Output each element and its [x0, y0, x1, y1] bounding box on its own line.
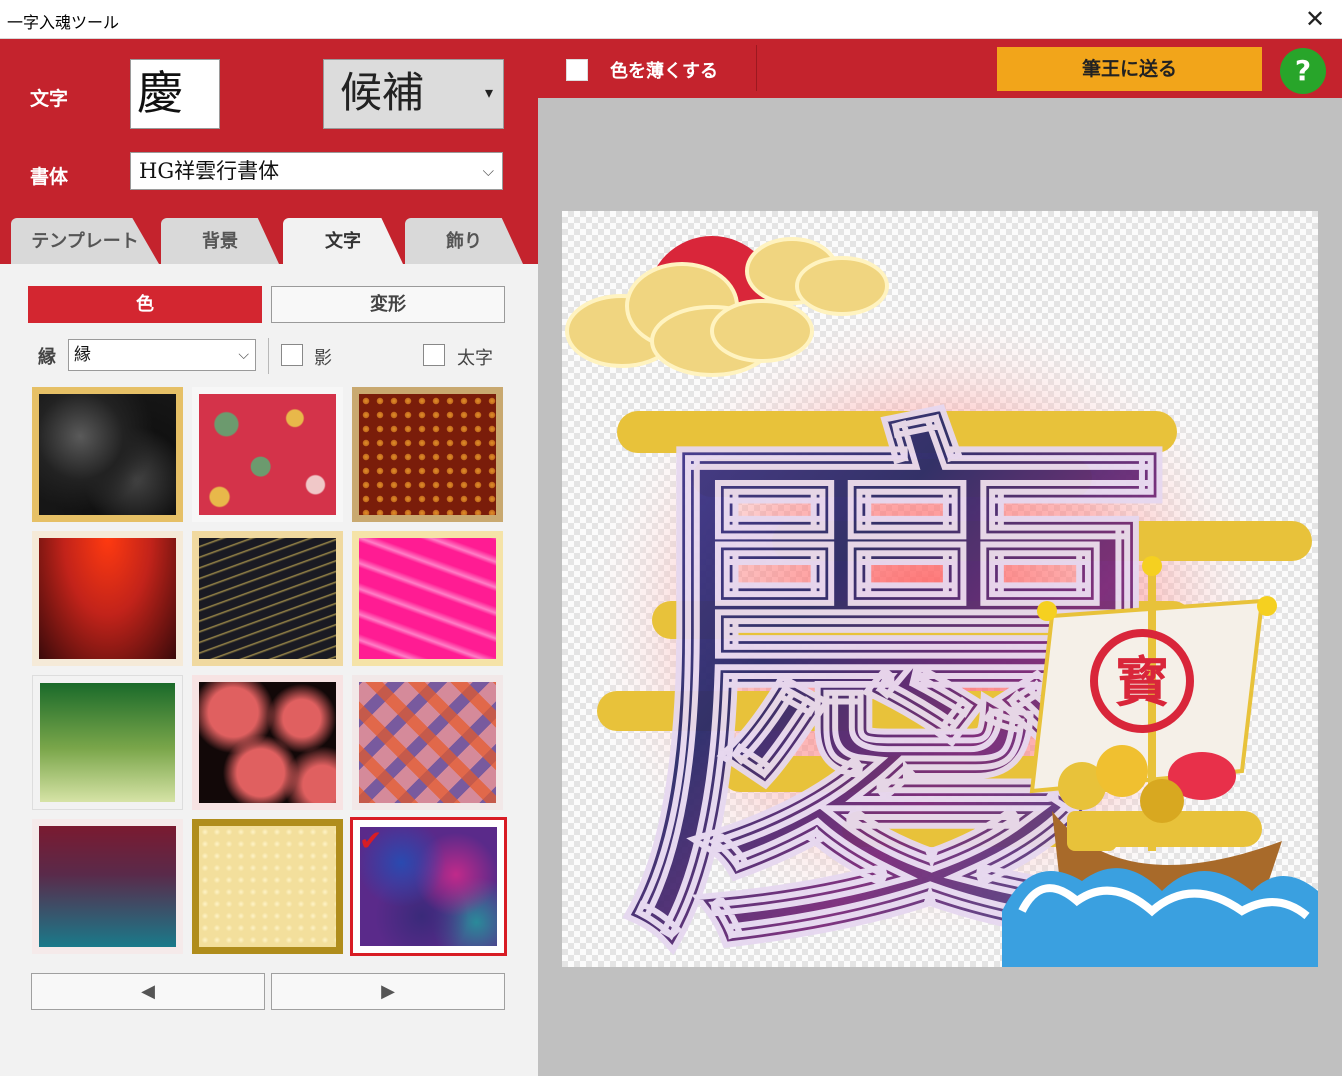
edge-select[interactable]: 縁 ⌵: [68, 339, 256, 371]
candidates-label: 候補: [340, 68, 425, 117]
shadow-label: 影: [314, 348, 332, 369]
chevron-down-icon: ⌵: [482, 162, 494, 180]
swatch-gold-paper[interactable]: [192, 819, 343, 954]
swatch-fill: [40, 683, 175, 802]
swatch-black-gold-waves[interactable]: [192, 531, 343, 666]
divider: [756, 45, 757, 91]
swatch-pink-black-blotch[interactable]: [192, 675, 343, 810]
fade-color-checkbox[interactable]: [566, 59, 588, 81]
triangle-left-icon: ◀: [141, 981, 155, 1002]
font-select[interactable]: HG祥雲行書体 ⌵: [130, 152, 503, 190]
edge-label: 縁: [38, 347, 56, 368]
swatch-fill: [199, 538, 336, 659]
bold-label: 太字: [457, 348, 493, 369]
seal-text: 寳: [1115, 650, 1169, 714]
swatch-maroon-teal-gradient[interactable]: [32, 819, 183, 954]
swatch-plaid-pattern[interactable]: [352, 675, 503, 810]
edge-value: 縁: [74, 345, 91, 365]
send-to-fudeo-button[interactable]: 筆王に送る: [997, 47, 1262, 91]
bold-checkbox[interactable]: [423, 344, 445, 366]
close-icon[interactable]: ✕: [1302, 6, 1328, 32]
swatch-red-black-gradient[interactable]: [32, 531, 183, 666]
shadow-checkbox[interactable]: [281, 344, 303, 366]
preview-image: 慶 寳: [565, 236, 1318, 967]
segment-color[interactable]: 色: [28, 286, 262, 323]
swatch-fill: [359, 538, 496, 659]
triangle-right-icon: ▶: [381, 981, 395, 1002]
swatch-brown-flower-pattern[interactable]: [352, 387, 503, 522]
next-page-button[interactable]: ▶: [271, 973, 505, 1010]
swatch-fill: [359, 394, 496, 515]
swatch-pink-marble[interactable]: [352, 531, 503, 666]
swatch-fill: [39, 394, 176, 515]
swatch-green-gradient[interactable]: [32, 675, 183, 810]
prev-page-button[interactable]: ◀: [31, 973, 265, 1010]
dropdown-arrow-icon: ▾: [484, 83, 493, 102]
swatch-fill: [199, 682, 336, 803]
font-label: 書体: [30, 166, 69, 188]
candidates-button[interactable]: 候補 ▾: [323, 59, 504, 129]
swatch-purple-watercolor[interactable]: ✔: [350, 817, 507, 956]
swatch-fill: [199, 826, 336, 947]
checkmark-icon: ✔: [359, 824, 383, 857]
segment-transform[interactable]: 変形: [271, 286, 505, 323]
swatch-fill: [359, 682, 496, 803]
swatch-black-smoke[interactable]: [32, 387, 183, 522]
chevron-down-icon: ⌵: [238, 347, 249, 363]
help-button[interactable]: ?: [1280, 48, 1326, 94]
title-bar: 一字入魂ツール ✕: [0, 0, 1342, 39]
fade-color-label: 色を薄くする: [610, 61, 718, 82]
swatch-red-pine-pattern[interactable]: [192, 387, 343, 522]
char-input[interactable]: 慶: [130, 59, 220, 129]
swatch-fill: [39, 826, 176, 947]
swatch-fill: [39, 538, 176, 659]
preview-canvas: 慶 寳: [562, 211, 1318, 967]
font-value: HG祥雲行書体: [139, 159, 280, 183]
char-label: 文字: [30, 88, 69, 110]
swatch-fill: [199, 394, 336, 515]
window-title: 一字入魂ツール: [7, 13, 120, 32]
divider: [268, 338, 269, 374]
